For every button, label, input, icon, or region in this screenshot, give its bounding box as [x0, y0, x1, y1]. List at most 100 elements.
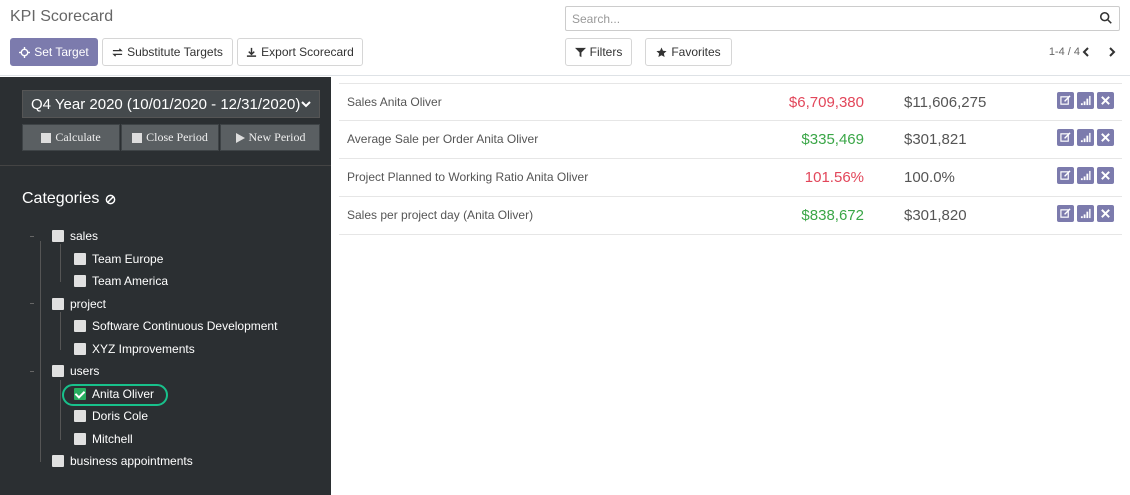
signal-chart-icon[interactable]	[1077, 167, 1094, 184]
kpi-actions	[1057, 167, 1114, 184]
calculate-label: Calculate	[55, 130, 101, 144]
category-checkbox[interactable]	[52, 297, 64, 310]
category-node[interactable]: users	[52, 364, 99, 378]
category-node[interactable]: Doris Cole	[74, 409, 148, 423]
filter-icon	[574, 47, 586, 57]
search-input[interactable]: Search...	[565, 6, 1120, 31]
favorites-button[interactable]: Favorites	[645, 38, 732, 66]
tree-guide-line	[40, 241, 41, 462]
category-checkbox[interactable]	[52, 365, 64, 377]
signal-chart-icon[interactable]	[1077, 129, 1094, 146]
category-checkbox[interactable]	[74, 387, 86, 400]
category-label: Software Continuous Development	[92, 319, 278, 333]
edit-icon[interactable]	[1057, 205, 1074, 222]
category-checkbox[interactable]	[74, 410, 86, 422]
chevron-left-icon[interactable]	[1078, 43, 1094, 61]
category-checkbox[interactable]	[74, 320, 86, 332]
category-node[interactable]: Mitchell	[74, 432, 133, 446]
kpi-name: Sales per project day (Anita Oliver)	[347, 208, 534, 222]
sidebar: Q4 Year 2020 (10/01/2020 - 12/31/2020) C…	[0, 77, 331, 495]
tree-guide-line	[60, 380, 61, 440]
kpi-actual: $838,672	[801, 207, 864, 224]
filters-label: Filters	[589, 45, 623, 59]
chevron-down-icon	[301, 101, 311, 108]
kpi-row[interactable]: Project Planned to Working Ratio Anita O…	[339, 159, 1122, 197]
category-node[interactable]: Anita Oliver	[74, 387, 154, 401]
kpi-name: Sales Anita Oliver	[347, 95, 442, 109]
kpi-target: 100.0%	[904, 169, 955, 186]
square-icon	[132, 132, 143, 143]
close-icon[interactable]	[1097, 129, 1114, 146]
kpi-target: $301,820	[904, 207, 967, 224]
category-node[interactable]: Team America	[74, 274, 168, 288]
category-checkbox[interactable]	[74, 252, 86, 265]
calculator-icon	[41, 132, 52, 143]
set-target-button[interactable]: Set Target	[10, 38, 98, 66]
close-icon[interactable]	[1097, 167, 1114, 184]
category-label: project	[70, 296, 107, 311]
set-target-label: Set Target	[34, 45, 89, 59]
edit-icon[interactable]	[1057, 167, 1074, 184]
search-placeholder: Search...	[572, 12, 621, 26]
chevron-right-icon[interactable]	[1104, 43, 1120, 61]
edit-icon[interactable]	[1057, 92, 1074, 109]
pager-value[interactable]: 1-4 / 4	[1049, 46, 1080, 58]
kpi-row[interactable]: Average Sale per Order Anita Oliver $335,…	[339, 121, 1122, 159]
category-checkbox[interactable]	[52, 455, 64, 467]
new-period-label: New Period	[248, 130, 306, 144]
category-label: Team America	[92, 274, 169, 288]
categories-label: Categories	[22, 190, 100, 207]
export-scorecard-button[interactable]: Export Scorecard	[237, 38, 363, 66]
signal-chart-icon[interactable]	[1077, 92, 1094, 109]
kpi-row[interactable]: Sales per project day (Anita Oliver) $838…	[339, 197, 1122, 235]
tree-guide-line	[60, 312, 61, 350]
kpi-actions	[1057, 129, 1114, 146]
category-checkbox[interactable]	[74, 342, 86, 355]
category-node[interactable]: Team Europe	[74, 252, 163, 266]
edit-icon[interactable]	[1057, 129, 1074, 146]
kpi-target: $11,606,275	[904, 94, 987, 111]
kpi-actual: $335,469	[801, 131, 864, 148]
control-panel: KPI Scorecard Search... Set Target Subst…	[0, 0, 1130, 76]
search-icon[interactable]	[1099, 11, 1113, 25]
close-icon[interactable]	[1097, 92, 1114, 109]
favorites-label: Favorites	[671, 45, 721, 59]
category-node[interactable]: business appointments	[52, 454, 193, 468]
kpi-actual: $6,709,380	[788, 94, 864, 111]
substitute-targets-button[interactable]: Substitute Targets	[102, 38, 233, 66]
signal-chart-icon[interactable]	[1077, 205, 1094, 222]
category-node[interactable]: Software Continuous Development	[74, 319, 277, 333]
close-icon[interactable]	[1097, 205, 1114, 222]
category-checkbox[interactable]	[74, 275, 86, 287]
exchange-icon	[112, 47, 123, 57]
kpi-name: Project Planned to Working Ratio Anita O…	[347, 170, 589, 184]
kpi-target: $301,821	[904, 131, 967, 148]
substitute-targets-label: Substitute Targets	[127, 45, 223, 59]
category-label: Mitchell	[92, 431, 133, 446]
ban-icon[interactable]	[105, 194, 116, 205]
calculate-button[interactable]: Calculate	[22, 124, 120, 151]
category-node[interactable]: XYZ Improvements	[74, 342, 195, 356]
tree-caret	[30, 236, 34, 237]
category-label: Team Europe	[92, 251, 164, 266]
category-checkbox[interactable]	[52, 230, 64, 242]
kpi-list: Sales Anita Oliver $6,709,380 $11,606,275 A…	[339, 83, 1122, 235]
category-label: sales	[70, 229, 99, 243]
kpi-actions	[1057, 205, 1114, 222]
tree-caret	[30, 371, 34, 372]
new-period-button[interactable]: New Period	[220, 124, 320, 151]
categories-title: Categories	[22, 190, 116, 208]
category-checkbox[interactable]	[74, 432, 86, 445]
category-node[interactable]: project	[52, 297, 106, 311]
crosshair-icon	[19, 46, 31, 58]
sidebar-divider	[0, 165, 331, 166]
filters-button[interactable]: Filters	[565, 38, 632, 66]
category-node[interactable]: sales	[52, 229, 98, 243]
close-period-button[interactable]: Close Period	[121, 124, 219, 151]
tree-guide-line	[60, 244, 61, 282]
category-label: Doris Cole	[92, 409, 149, 423]
category-label: Anita Oliver	[92, 386, 155, 401]
period-select[interactable]: Q4 Year 2020 (10/01/2020 - 12/31/2020)	[22, 90, 320, 118]
kpi-row[interactable]: Sales Anita Oliver $6,709,380 $11,606,275	[339, 83, 1122, 121]
close-period-label: Close Period	[146, 130, 208, 144]
